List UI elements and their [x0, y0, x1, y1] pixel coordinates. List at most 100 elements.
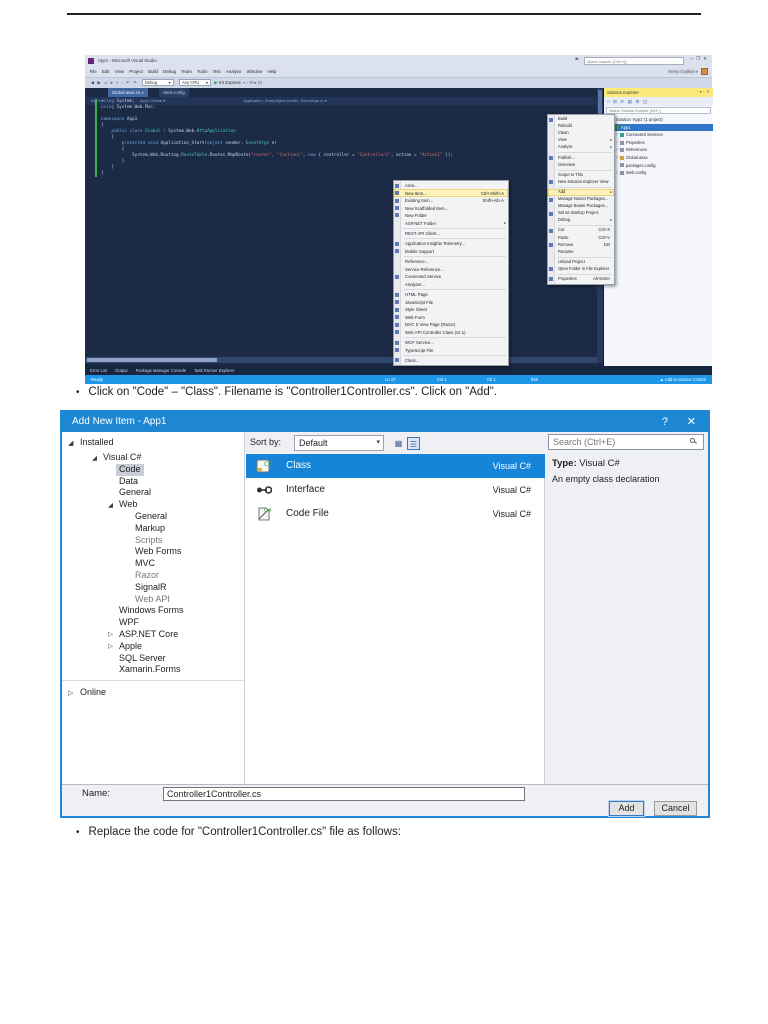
- new-file-icon[interactable]: ▱: [104, 78, 108, 88]
- collapsed-icon[interactable]: ▷: [616, 169, 618, 177]
- collapsed-icon[interactable]: ▷: [616, 154, 618, 162]
- preview-icon[interactable]: ◫: [643, 99, 647, 104]
- close-icon[interactable]: ✕: [703, 56, 710, 61]
- expanded-icon[interactable]: ◢: [92, 453, 97, 465]
- menu-item-publish[interactable]: Publish...: [548, 154, 614, 161]
- solution-item-connected-services[interactable]: ▷ Connected Services: [604, 131, 713, 139]
- medium-icons-view-button[interactable]: ▦: [392, 437, 405, 450]
- collapsed-icon[interactable]: ▷: [616, 146, 618, 154]
- category-razor[interactable]: Razor: [62, 570, 245, 582]
- menu-item-new-item[interactable]: New Item... Ctrl+Shift+A: [394, 189, 508, 197]
- cancel-button[interactable]: Cancel: [654, 801, 697, 816]
- menu-team[interactable]: Team: [179, 69, 195, 74]
- close-icon[interactable]: ✕: [687, 412, 696, 432]
- menu-item-web-api-controller-class-v2-1[interactable]: Web API Controller Class (v2.1): [394, 328, 508, 335]
- solution-item-solution-app1-1-project[interactable]: Solution 'App1' (1 project): [604, 116, 713, 124]
- menu-item-application-insights-telemetry[interactable]: Application Insights Telemetry...: [394, 240, 508, 247]
- solution-item-packages-config[interactable]: packages.config: [604, 162, 713, 170]
- menu-item-open-folder-in-file-explorer[interactable]: Open Folder in File Explorer: [548, 266, 614, 273]
- collapsed-icon[interactable]: ▷: [108, 629, 113, 641]
- menu-item-existing-item[interactable]: Existing Item... Shift+Alt+A: [394, 197, 508, 204]
- category-web-forms[interactable]: Web Forms: [62, 546, 245, 558]
- menu-item-mvc-5-view-page-razor[interactable]: MVC 5 View Page (Razor): [394, 321, 508, 328]
- menu-window[interactable]: Window: [244, 69, 265, 74]
- menu-item-analyzer[interactable]: Analyzer...: [394, 281, 508, 288]
- file-name-input[interactable]: [163, 787, 525, 801]
- collapsed-icon[interactable]: ▷: [68, 689, 80, 697]
- menu-item-typescript-file[interactable]: TypeScript File: [394, 346, 508, 353]
- menu-item-overview[interactable]: Overview: [548, 162, 614, 169]
- save-all-icon[interactable]: ▫: [121, 78, 123, 88]
- menu-item-scope-to-this[interactable]: Scope to This: [548, 172, 614, 179]
- properties-icon[interactable]: ⚙: [635, 99, 639, 104]
- forward-icon[interactable]: ▶: [97, 78, 101, 88]
- menu-item-connected-service[interactable]: Connected Service: [394, 273, 508, 280]
- menu-item-rename[interactable]: Rename: [548, 249, 614, 256]
- category-apple[interactable]: ▷ Apple: [62, 641, 245, 653]
- config-dropdown[interactable]: Debug ▾: [141, 79, 174, 87]
- close-tab-icon[interactable]: ✕: [140, 91, 144, 95]
- menu-item-debug[interactable]: Debug ▸: [548, 217, 614, 224]
- menu-item-class[interactable]: Class...: [394, 357, 508, 364]
- expanded-icon[interactable]: ◢: [68, 439, 80, 447]
- vs-window-buttons[interactable]: ─❒✕: [690, 56, 710, 62]
- tab-web-config[interactable]: Web.config: [159, 88, 189, 97]
- menu-item-wcf-service[interactable]: WCF Service...: [394, 339, 508, 346]
- tab-global-asax-cs[interactable]: Global.asax.cs ✕: [108, 88, 149, 97]
- template-code-file[interactable]: C# Code File Visual C#: [246, 502, 545, 526]
- sync-icon[interactable]: ⟳: [620, 99, 624, 104]
- menu-item-area[interactable]: Area...: [394, 182, 508, 189]
- category-windows-forms[interactable]: Windows Forms: [62, 605, 245, 617]
- panel-tab-task-runner-explorer[interactable]: Task Runner Explorer: [194, 368, 234, 373]
- category-markup[interactable]: Markup: [62, 523, 245, 535]
- menu-debug[interactable]: Debug: [160, 69, 178, 74]
- menu-edit[interactable]: Edit: [99, 69, 112, 74]
- category-wpf[interactable]: WPF: [62, 617, 245, 629]
- category-signalr[interactable]: SignalR: [62, 582, 245, 594]
- installed-section-header[interactable]: ◢ Installed: [68, 437, 114, 447]
- solution-explorer-search-input[interactable]: [606, 107, 711, 114]
- menu-item-asp-net-folder[interactable]: ASP.NET Folder ▸: [394, 219, 508, 226]
- expanded-icon[interactable]: ◢: [108, 500, 113, 512]
- sort-by-dropdown[interactable]: Default ▾: [294, 435, 384, 451]
- add-button[interactable]: Add: [609, 801, 644, 816]
- close-icon[interactable]: ✕: [706, 90, 711, 94]
- menu-item-style-sheet[interactable]: Style Sheet: [394, 306, 508, 313]
- horizontal-scrollbar[interactable]: [85, 357, 597, 363]
- category-mvc[interactable]: MVC: [62, 558, 245, 570]
- menu-item-clean[interactable]: Clean: [548, 130, 614, 137]
- signed-in-user[interactable]: Henry Gudkov ▾: [668, 67, 698, 77]
- menu-item-reference[interactable]: Reference...: [394, 258, 508, 265]
- category-scripts[interactable]: Scripts: [62, 535, 245, 547]
- platform-dropdown[interactable]: Any CPU ▾: [179, 79, 212, 87]
- solution-item-properties[interactable]: ▷ Properties: [604, 139, 713, 147]
- menu-view[interactable]: View: [112, 69, 127, 74]
- solution-item-references[interactable]: ▷ References: [604, 146, 713, 154]
- home-icon[interactable]: ⌂: [607, 99, 610, 104]
- menu-item-add[interactable]: Add ▸: [548, 188, 614, 196]
- menu-item-new-folder[interactable]: New Folder: [394, 212, 508, 219]
- list-view-button[interactable]: ☰: [407, 437, 420, 450]
- menu-project[interactable]: Project: [127, 69, 146, 74]
- category-xamarin-forms[interactable]: Xamarin.Forms: [62, 664, 245, 676]
- category-sql-server[interactable]: SQL Server: [62, 653, 245, 665]
- solution-explorer-header[interactable]: Solution Explorer ▾▫✕: [604, 88, 713, 97]
- panel-tab-package-manager-console[interactable]: Package Manager Console: [136, 368, 187, 373]
- back-icon[interactable]: ◀: [91, 78, 95, 88]
- menu-item-rebuild[interactable]: Rebuild: [548, 123, 614, 130]
- menu-test[interactable]: Test: [210, 69, 223, 74]
- menu-item-rest-api-client[interactable]: REST API Client...: [394, 230, 508, 237]
- collapse-all-icon[interactable]: ⊟: [613, 99, 617, 104]
- menu-item-build[interactable]: Build: [548, 116, 614, 123]
- category-data[interactable]: Data: [62, 476, 245, 488]
- open-file-icon[interactable]: ▸: [111, 78, 113, 88]
- redo-icon[interactable]: ↷: [133, 78, 137, 88]
- category-general[interactable]: General: [62, 487, 245, 499]
- template-class[interactable]: C# Class Visual C#: [246, 454, 545, 478]
- menu-item-javascript-file[interactable]: JavaScript File: [394, 299, 508, 306]
- menu-item-cut[interactable]: Cut Ctrl+X: [548, 227, 614, 234]
- collapsed-icon[interactable]: ▷: [108, 641, 113, 653]
- menu-item-view[interactable]: View ▸: [548, 137, 614, 144]
- menu-item-web-form[interactable]: Web Form: [394, 314, 508, 321]
- category-code[interactable]: Code: [62, 463, 245, 476]
